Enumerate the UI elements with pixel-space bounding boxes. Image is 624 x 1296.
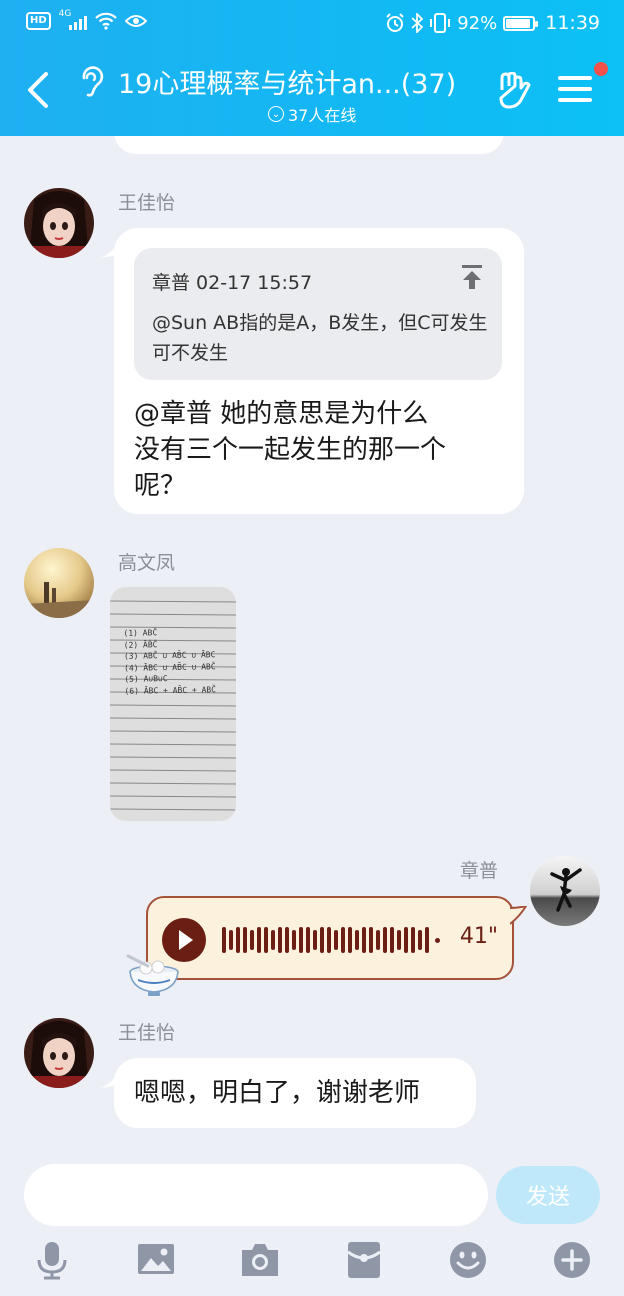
back-button[interactable]	[22, 68, 56, 112]
microphone-icon[interactable]	[32, 1240, 72, 1280]
sender-name: 章普	[460, 860, 499, 882]
status-bar: HD 4G 92% 11:39	[0, 0, 624, 48]
bubble-tail	[510, 906, 528, 925]
ear-icon[interactable]	[76, 64, 104, 98]
message-bubble[interactable]: 章普 02-17 15:57 @Sun AB指的是A，B发生，但C可发生可不发生…	[114, 228, 524, 514]
avatar-wangjiayi[interactable]	[24, 1018, 94, 1088]
message-text: @章普 她的意思是为什么 没有三个一起发生的那一个 呢？	[134, 399, 447, 501]
image-message[interactable]: (1) ABC̄ (2) ĀB̄C̄ (3) ABC̄ ∪ AB̄C ∪ ĀBC…	[110, 587, 236, 821]
wifi-icon	[94, 12, 117, 30]
bubble-decoration-icon	[126, 954, 179, 996]
notification-dot	[594, 62, 608, 76]
group-app-icon[interactable]	[496, 72, 532, 110]
vibrate-icon	[430, 13, 451, 33]
image-icon[interactable]	[136, 1240, 176, 1280]
plus-icon[interactable]	[552, 1240, 592, 1280]
send-button[interactable]: 发送	[496, 1166, 600, 1224]
quote-meta: 章普 02-17 15:57	[152, 272, 313, 294]
header: HD 4G 92% 11:39 19心理概率与统计an...(37) ⌄ 37人…	[0, 0, 624, 136]
hd-badge: HD	[26, 12, 51, 30]
voice-message[interactable]: 41"	[146, 896, 514, 980]
message-input[interactable]	[24, 1164, 488, 1226]
jump-to-top-icon[interactable]	[460, 264, 484, 290]
camera-icon[interactable]	[240, 1240, 280, 1280]
voice-waveform	[222, 923, 440, 957]
avatar-gaowenfeng[interactable]	[24, 548, 94, 618]
message-bubble[interactable]: 嗯嗯，明白了，谢谢老师	[114, 1058, 476, 1128]
chat-area[interactable]: 王佳怡 章普 02-17 15:57 @Sun AB指的是A，B发生，但C可发生…	[0, 136, 624, 1156]
handwritten-notes: (1) ABC̄ (2) ĀB̄C̄ (3) ABC̄ ∪ AB̄C ∪ ĀBC…	[123, 628, 217, 696]
quote-text: @Sun AB指的是A，B发生，但C可发生可不发生	[152, 312, 488, 364]
battery-icon	[503, 15, 539, 31]
nav-bar: 19心理概率与统计an...(37) ⌄ 37人在线	[0, 56, 624, 128]
status-time: 11:39	[545, 12, 600, 34]
online-label: 37人在线	[288, 106, 357, 125]
online-count[interactable]: ⌄ 37人在线	[268, 102, 356, 126]
message-text: 嗯嗯，明白了，谢谢老师	[134, 1078, 421, 1108]
red-packet-icon[interactable]	[344, 1240, 384, 1280]
battery-percent: 92%	[457, 12, 498, 34]
eye-icon	[124, 15, 147, 27]
cellular-signal-icon: 4G	[59, 9, 87, 30]
avatar-wangjiayi[interactable]	[24, 188, 94, 258]
sender-name: 王佳怡	[118, 192, 176, 214]
previous-message-bubble[interactable]	[114, 136, 504, 154]
alarm-icon	[386, 13, 404, 32]
avatar-zhangpu[interactable]	[530, 856, 600, 926]
sender-name: 高文凤	[118, 552, 176, 574]
group-title[interactable]: 19心理概率与统计an...(37)	[118, 62, 456, 101]
emoji-icon[interactable]	[448, 1240, 488, 1280]
voice-duration: 41"	[459, 924, 498, 949]
bluetooth-icon	[411, 13, 424, 33]
sender-name: 王佳怡	[118, 1022, 176, 1044]
menu-button[interactable]	[558, 76, 592, 106]
chevron-down-icon: ⌄	[268, 106, 284, 122]
quoted-reply[interactable]: 章普 02-17 15:57 @Sun AB指的是A，B发生，但C可发生可不发生	[134, 248, 502, 380]
input-bar: 发送	[0, 1156, 624, 1296]
